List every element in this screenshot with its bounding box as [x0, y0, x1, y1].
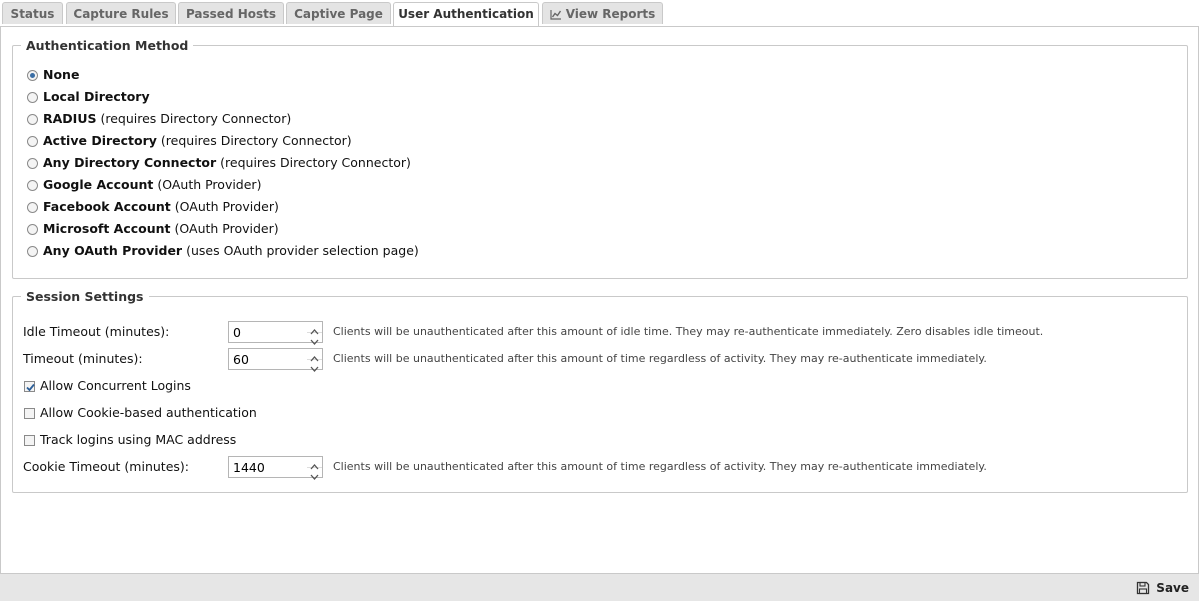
spinner-down-button[interactable] — [307, 332, 322, 345]
save-label: Save — [1156, 581, 1189, 595]
radio-button[interactable] — [27, 158, 38, 169]
save-button[interactable]: Save — [1136, 579, 1189, 597]
auth-option-name: Google Account — [43, 177, 154, 192]
save-icon — [1137, 581, 1150, 595]
settings-panel: Authentication Method None Local Directo… — [0, 27, 1199, 573]
allow-concurrent-logins-label: Allow Concurrent Logins — [40, 378, 191, 393]
track-mac-logins-row[interactable]: Track logins using MAC address — [24, 432, 236, 448]
cookie-timeout-help: Clients will be unauthenticated after th… — [333, 460, 987, 473]
allow-cookie-auth-row[interactable]: Allow Cookie-based authentication — [24, 405, 257, 421]
arrow-down-icon — [310, 339, 319, 345]
auth-option-note: (requires Directory Connector) — [220, 155, 411, 170]
cookie-timeout-input[interactable] — [229, 457, 305, 477]
timeout-spinner — [228, 348, 323, 372]
track-mac-logins-label: Track logins using MAC address — [40, 432, 237, 447]
spinner-down-button[interactable] — [307, 359, 322, 372]
auth-option-name: None — [43, 67, 80, 82]
timeout-help: Clients will be unauthenticated after th… — [333, 352, 987, 365]
auth-option-note: (OAuth Provider) — [157, 177, 262, 192]
arrow-down-icon — [310, 366, 319, 372]
auth-option-microsoft-account[interactable]: Microsoft Account (OAuth Provider) — [27, 220, 279, 238]
allow-concurrent-logins-row[interactable]: Allow Concurrent Logins — [24, 378, 191, 394]
tab-view-reports-label: View Reports — [565, 7, 656, 21]
footer-toolbar: Save — [0, 573, 1199, 601]
auth-option-any-oauth-provider[interactable]: Any OAuth Provider (uses OAuth provider … — [27, 242, 419, 260]
idle-timeout-spinner — [228, 321, 323, 345]
track-mac-logins-checkbox[interactable] — [24, 435, 35, 446]
auth-option-name: Any OAuth Provider — [43, 243, 183, 258]
radio-button[interactable] — [27, 224, 38, 235]
auth-option-note: (OAuth Provider) — [174, 221, 279, 236]
allow-concurrent-logins-checkbox[interactable] — [24, 381, 35, 392]
auth-option-note: (requires Directory Connector) — [100, 111, 292, 126]
radio-button[interactable] — [27, 92, 38, 103]
idle-timeout-input[interactable] — [229, 322, 305, 342]
auth-option-local-directory[interactable]: Local Directory — [27, 88, 150, 106]
timeout-label: Timeout (minutes): — [23, 351, 143, 366]
timeout-input[interactable] — [229, 349, 305, 369]
idle-timeout-help: Clients will be unauthenticated after th… — [333, 325, 1044, 338]
auth-option-facebook-account[interactable]: Facebook Account (OAuth Provider) — [27, 198, 279, 216]
auth-option-radius[interactable]: RADIUS (requires Directory Connector) — [27, 110, 291, 128]
auth-option-note: (uses OAuth provider selection page) — [186, 243, 419, 258]
idle-timeout-label: Idle Timeout (minutes): — [23, 324, 170, 339]
auth-option-name: RADIUS — [43, 111, 97, 126]
radio-button[interactable] — [27, 202, 38, 213]
auth-option-any-directory-connector[interactable]: Any Directory Connector (requires Direct… — [27, 154, 411, 172]
radio-button[interactable] — [27, 180, 38, 191]
auth-option-active-directory[interactable]: Active Directory (requires Directory Con… — [27, 132, 352, 150]
tab-view-reports[interactable]: View Reports — [542, 2, 663, 24]
allow-cookie-auth-label: Allow Cookie-based authentication — [40, 405, 257, 420]
auth-option-name: Microsoft Account — [43, 221, 171, 236]
auth-option-google-account[interactable]: Google Account (OAuth Provider) — [27, 176, 261, 194]
tab-passed-hosts[interactable]: Passed Hosts — [178, 2, 284, 24]
radio-button[interactable] — [27, 246, 38, 257]
arrow-down-icon — [310, 474, 319, 480]
auth-option-note: (OAuth Provider) — [174, 199, 279, 214]
auth-option-name: Local Directory — [43, 89, 150, 104]
tab-status[interactable]: Status — [2, 2, 63, 24]
checkmark-icon — [26, 383, 35, 392]
allow-cookie-auth-checkbox[interactable] — [24, 408, 35, 419]
spinner-down-button[interactable] — [307, 467, 322, 480]
auth-option-note: (requires Directory Connector) — [160, 133, 352, 148]
radio-button[interactable] — [27, 114, 38, 125]
radio-button[interactable] — [27, 136, 38, 147]
authentication-method-legend: Authentication Method — [26, 38, 189, 53]
session-settings-legend: Session Settings — [26, 289, 144, 304]
radio-button[interactable] — [27, 70, 38, 81]
cookie-timeout-spinner — [228, 456, 323, 480]
tab-captive-page[interactable]: Captive Page — [286, 2, 391, 24]
tab-capture-rules[interactable]: Capture Rules — [66, 2, 176, 24]
cookie-timeout-label: Cookie Timeout (minutes): — [23, 459, 189, 474]
auth-option-name: Facebook Account — [43, 199, 171, 214]
auth-option-none[interactable]: None — [27, 66, 79, 84]
tab-user-authentication[interactable]: User Authentication — [393, 2, 539, 26]
auth-option-name: Any Directory Connector — [43, 155, 217, 170]
chart-icon — [550, 10, 561, 20]
auth-option-name: Active Directory — [43, 133, 157, 148]
tab-bar: Status Capture Rules Passed Hosts Captiv… — [0, 0, 1199, 27]
